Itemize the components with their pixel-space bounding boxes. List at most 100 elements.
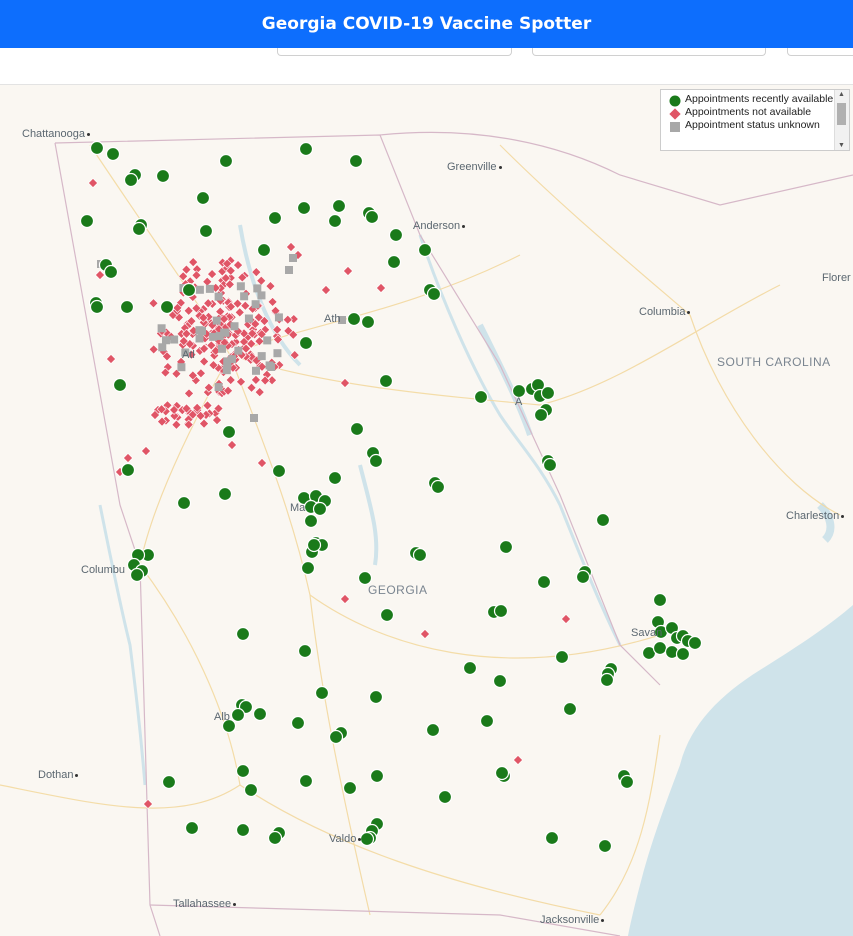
unknown-marker[interactable]	[161, 336, 170, 345]
available-marker[interactable]	[267, 210, 283, 226]
available-marker[interactable]	[652, 592, 668, 608]
available-marker[interactable]	[161, 774, 177, 790]
unavailable-marker[interactable]	[184, 388, 194, 399]
unavailable-marker[interactable]	[202, 276, 213, 287]
unavailable-marker[interactable]	[143, 799, 153, 809]
unavailable-marker[interactable]	[340, 378, 350, 388]
unavailable-marker[interactable]	[183, 305, 194, 316]
unavailable-marker[interactable]	[207, 269, 218, 280]
available-marker[interactable]	[298, 141, 314, 157]
unavailable-marker[interactable]	[202, 400, 213, 411]
available-marker[interactable]	[652, 640, 668, 656]
available-marker[interactable]	[575, 569, 591, 585]
available-marker[interactable]	[218, 153, 234, 169]
unavailable-marker[interactable]	[376, 283, 386, 293]
available-marker[interactable]	[493, 603, 509, 619]
available-marker[interactable]	[369, 768, 385, 784]
unavailable-marker[interactable]	[148, 298, 159, 309]
vaccine-map[interactable]: Chattanooga Greenville Anderson Florer C…	[0, 85, 853, 936]
available-marker[interactable]	[252, 706, 268, 722]
unknown-marker[interactable]	[205, 284, 214, 293]
available-marker[interactable]	[430, 479, 446, 495]
available-marker[interactable]	[105, 146, 121, 162]
available-marker[interactable]	[89, 299, 105, 315]
unavailable-marker[interactable]	[148, 344, 159, 355]
available-marker[interactable]	[544, 830, 560, 846]
available-marker[interactable]	[290, 715, 306, 731]
unavailable-marker[interactable]	[227, 440, 237, 450]
available-marker[interactable]	[368, 453, 384, 469]
available-marker[interactable]	[235, 822, 251, 838]
unknown-marker[interactable]	[263, 336, 272, 345]
unknown-marker[interactable]	[240, 292, 249, 301]
available-marker[interactable]	[619, 774, 635, 790]
unknown-marker[interactable]	[221, 328, 230, 337]
unknown-marker[interactable]	[198, 326, 207, 335]
available-marker[interactable]	[328, 729, 344, 745]
unavailable-marker[interactable]	[171, 419, 182, 430]
available-marker[interactable]	[297, 643, 313, 659]
available-marker[interactable]	[198, 223, 214, 239]
available-marker[interactable]	[267, 830, 283, 846]
unknown-marker[interactable]	[267, 362, 276, 371]
legend-scrollbar[interactable]: ▲ ▼	[834, 90, 849, 150]
available-marker[interactable]	[306, 537, 322, 553]
available-marker[interactable]	[184, 820, 200, 836]
available-marker[interactable]	[359, 831, 375, 847]
available-marker[interactable]	[298, 335, 314, 351]
unavailable-marker[interactable]	[236, 376, 246, 387]
unavailable-marker[interactable]	[234, 307, 245, 318]
unavailable-marker[interactable]	[212, 415, 222, 426]
unavailable-marker[interactable]	[95, 270, 105, 280]
available-marker[interactable]	[312, 501, 328, 517]
available-marker[interactable]	[599, 672, 615, 688]
available-marker[interactable]	[103, 264, 119, 280]
available-marker[interactable]	[675, 646, 691, 662]
unavailable-marker[interactable]	[225, 375, 236, 385]
available-marker[interactable]	[368, 689, 384, 705]
available-marker[interactable]	[479, 713, 495, 729]
available-marker[interactable]	[230, 707, 246, 723]
scroll-thumb[interactable]	[837, 103, 846, 125]
available-marker[interactable]	[494, 765, 510, 781]
unknown-marker[interactable]	[157, 324, 166, 333]
unknown-marker[interactable]	[170, 335, 179, 344]
available-marker[interactable]	[217, 486, 233, 502]
unknown-marker[interactable]	[195, 334, 204, 343]
available-marker[interactable]	[303, 513, 319, 529]
unknown-marker[interactable]	[230, 322, 239, 331]
available-marker[interactable]	[462, 660, 478, 676]
unknown-marker[interactable]	[234, 346, 243, 355]
unknown-marker[interactable]	[236, 282, 245, 291]
unavailable-marker[interactable]	[88, 178, 98, 188]
available-marker[interactable]	[221, 424, 237, 440]
filter-dropdown-1[interactable]	[277, 48, 512, 56]
unavailable-marker[interactable]	[246, 382, 257, 393]
available-marker[interactable]	[296, 200, 312, 216]
available-marker[interactable]	[89, 140, 105, 156]
scroll-up-icon[interactable]: ▲	[838, 91, 845, 98]
available-marker[interactable]	[331, 198, 347, 214]
unavailable-marker[interactable]	[420, 629, 430, 639]
available-marker[interactable]	[243, 782, 259, 798]
unknown-marker[interactable]	[252, 366, 261, 375]
unavailable-marker[interactable]	[250, 374, 261, 385]
unavailable-marker[interactable]	[286, 242, 296, 252]
available-marker[interactable]	[79, 213, 95, 229]
available-marker[interactable]	[540, 385, 556, 401]
filter-dropdown-2[interactable]	[532, 48, 766, 56]
available-marker[interactable]	[235, 763, 251, 779]
unknown-marker[interactable]	[253, 284, 262, 293]
available-marker[interactable]	[425, 722, 441, 738]
unknown-marker[interactable]	[195, 285, 204, 294]
available-marker[interactable]	[298, 773, 314, 789]
available-marker[interactable]	[348, 153, 364, 169]
scroll-down-icon[interactable]: ▼	[838, 142, 845, 149]
available-marker[interactable]	[314, 685, 330, 701]
unavailable-marker[interactable]	[272, 324, 283, 335]
filter-dropdown-3[interactable]	[787, 48, 853, 56]
available-marker[interactable]	[112, 377, 128, 393]
available-marker[interactable]	[597, 838, 613, 854]
unknown-marker[interactable]	[218, 344, 227, 353]
available-marker[interactable]	[349, 421, 365, 437]
